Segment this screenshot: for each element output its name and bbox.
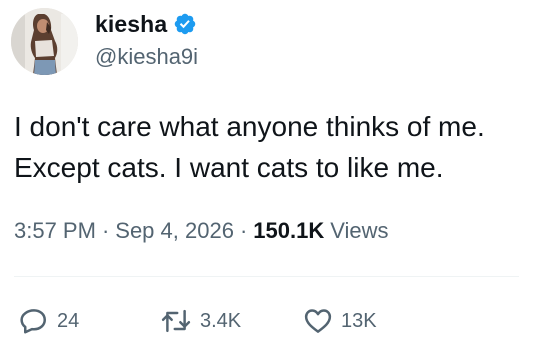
tweet-card: kiesha @kiesha9i I don't care what anyon… (0, 0, 533, 349)
views-label: Views (330, 218, 389, 243)
reply-icon (20, 309, 46, 334)
repost-button[interactable]: 3.4K (160, 304, 241, 338)
tweet-text: I don't care what anyone thinks of me. E… (14, 111, 485, 183)
repost-count: 3.4K (200, 309, 242, 332)
tweet-time[interactable]: 3:57 PM (14, 218, 96, 244)
meta-separator: · (239, 218, 248, 243)
author-name-row: kiesha (95, 10, 197, 38)
author-display-name[interactable]: kiesha (95, 11, 167, 38)
tweet-date[interactable]: Sep 4, 2026 (115, 218, 234, 244)
like-count: 13K (341, 309, 377, 332)
avatar[interactable] (11, 8, 78, 75)
verified-badge-icon[interactable] (173, 12, 197, 36)
tweet-meta: 3:57 PM · Sep 4, 2026 · 150.1K Views (14, 217, 389, 245)
meta-separator: · (101, 218, 110, 243)
views-count: 150.1K (253, 218, 325, 243)
like-button[interactable]: 13K (303, 304, 377, 338)
repost-icon (161, 309, 191, 333)
action-bar: 24 3.4K 13K (0, 304, 533, 338)
divider (14, 276, 519, 277)
reply-count: 24 (57, 309, 80, 332)
reply-button[interactable]: 24 (19, 304, 79, 338)
author-handle[interactable]: @kiesha9i (95, 44, 198, 70)
avatar-photo-icon (11, 8, 78, 75)
heart-icon (304, 309, 332, 333)
